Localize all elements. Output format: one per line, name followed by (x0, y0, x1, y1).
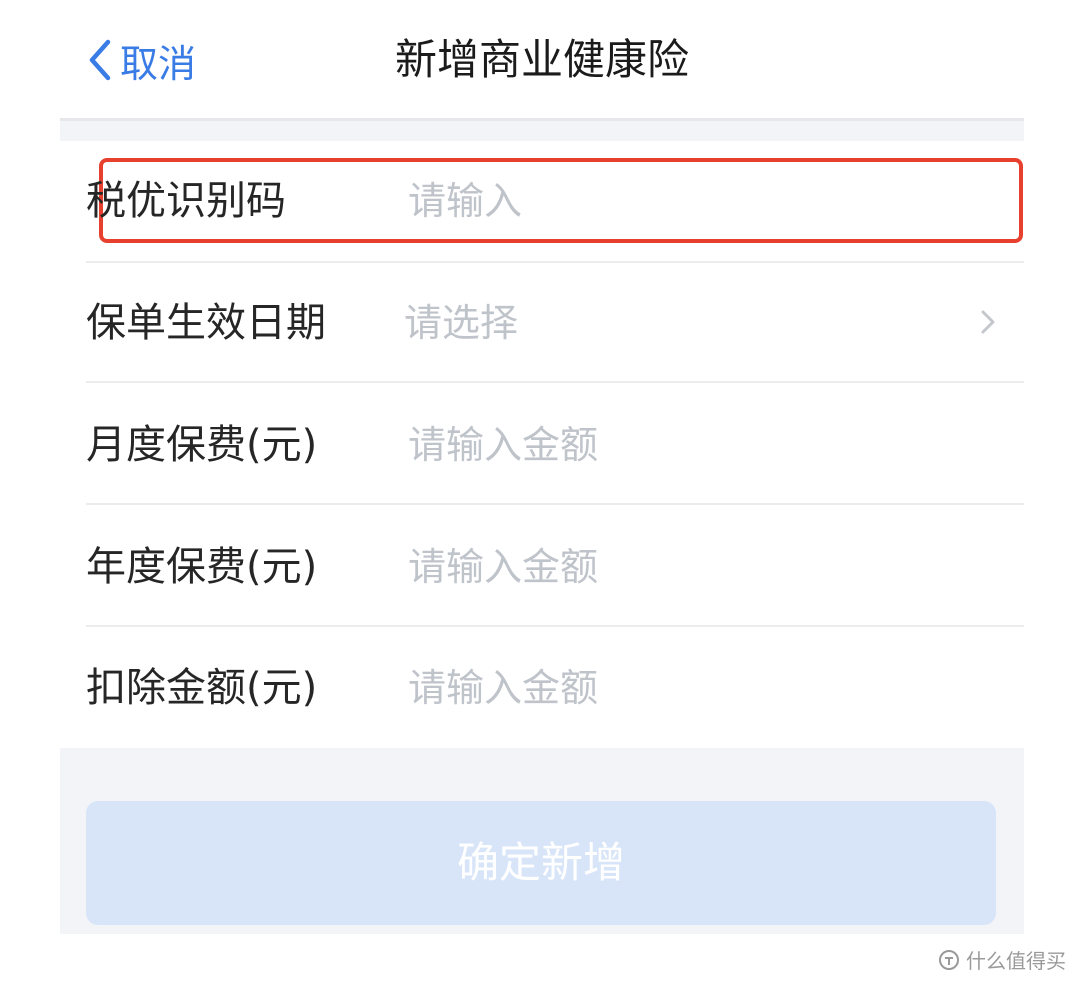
form-row-effective-date[interactable]: 保单生效日期 请选择 (86, 263, 1024, 383)
form-row-annual-premium[interactable]: 年度保费(元) 请输入金额 (86, 507, 1024, 627)
deduction-amount-label: 扣除金额(元) (86, 665, 318, 711)
annual-premium-input[interactable]: 请输入金额 (408, 507, 968, 627)
chevron-right-icon (981, 310, 995, 334)
form-row-deduction-amount[interactable]: 扣除金额(元) 请输入金额 (86, 628, 1024, 748)
form-row-monthly-premium[interactable]: 月度保费(元) 请输入金额 (86, 385, 1024, 505)
bottom-area: 确定新增 (60, 748, 1024, 934)
watermark-text: 什么值得买 (966, 949, 1066, 973)
annual-premium-label: 年度保费(元) (86, 544, 318, 590)
effective-date-select[interactable]: 请选择 (404, 263, 964, 383)
tax-code-label: 税优识别码 (86, 178, 286, 224)
tax-code-input[interactable]: 请输入 (408, 141, 968, 261)
page-title: 新增商业健康险 (394, 35, 689, 84)
watermark: 什么值得买 (938, 945, 1066, 974)
monthly-premium-input[interactable]: 请输入金额 (408, 385, 968, 505)
effective-date-label: 保单生效日期 (86, 300, 326, 346)
section-gap (60, 121, 1024, 141)
row-divider (86, 625, 1024, 627)
navigation-bar: 取消 新增商业健康险 (60, 0, 1024, 120)
form-row-tax-code[interactable]: 税优识别码 请输入 (86, 141, 1024, 263)
watermark-logo-icon (939, 949, 959, 970)
monthly-premium-label: 月度保费(元) (86, 422, 318, 468)
row-divider (86, 503, 1024, 505)
row-divider (86, 381, 1024, 383)
deduction-amount-input[interactable]: 请输入金额 (408, 628, 968, 748)
confirm-add-button[interactable]: 确定新增 (86, 801, 996, 925)
insurance-form: 税优识别码 请输入 保单生效日期 请选择 月度保费(元) 请输入金额 年度保费(… (60, 141, 1024, 748)
screen: 取消 新增商业健康险 税优识别码 请输入 保单生效日期 请选择 月度保费(元) … (0, 0, 1080, 986)
